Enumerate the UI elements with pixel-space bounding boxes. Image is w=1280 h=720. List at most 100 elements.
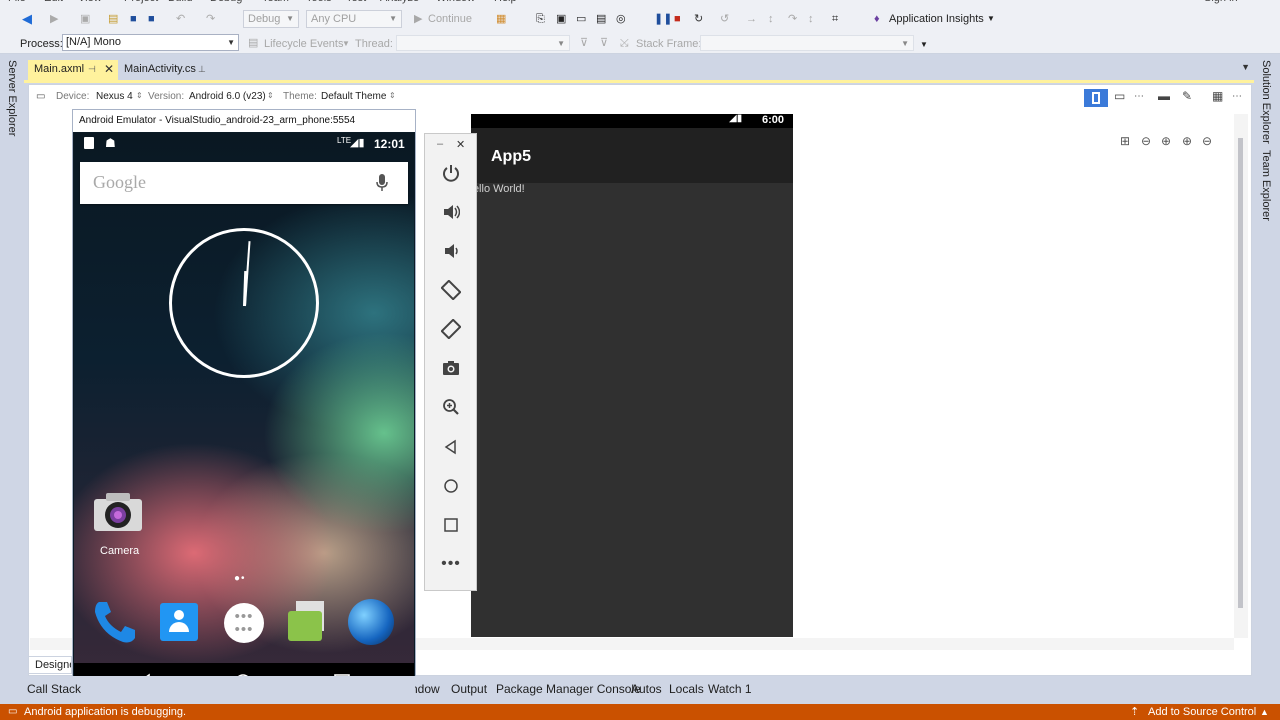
tab-package-manager-console[interactable]: Package Manager Console	[496, 682, 641, 696]
stack-frame-select[interactable]: ▼	[700, 35, 914, 51]
preview-textview[interactable]: Hello World!	[471, 183, 525, 195]
close-icon[interactable]: ✕	[456, 138, 465, 151]
pin-icon[interactable]: ⊣	[88, 60, 96, 79]
step-icon[interactable]: ⎘	[536, 10, 545, 28]
browse-icon[interactable]: ▦	[496, 10, 506, 28]
add-to-source-control-button[interactable]: Add to Source Control	[1148, 704, 1256, 720]
flag-icon[interactable]: ⊽	[600, 34, 608, 52]
recents-icon[interactable]	[439, 513, 463, 537]
zoom-icon[interactable]	[439, 395, 463, 419]
messaging-app-icon[interactable]	[288, 601, 328, 643]
emulator-title[interactable]: Android Emulator - VisualStudio_android-…	[73, 110, 415, 132]
tab-mainactivity-cs[interactable]: MainActivity.cs ⊥	[118, 60, 218, 80]
version-select[interactable]: Android 6.0 (v23)	[189, 91, 266, 102]
chevron-down-icon[interactable]: ▼	[342, 35, 350, 53]
continue-button[interactable]: Continue	[428, 10, 472, 28]
portrait-button[interactable]	[1084, 89, 1108, 107]
more-icon[interactable]: ⋯	[1232, 91, 1242, 102]
minimize-icon[interactable]: –	[437, 138, 443, 150]
zoom-in-icon[interactable]: ⊕	[1178, 134, 1196, 150]
save-icon[interactable]: ■	[130, 10, 137, 28]
sign-in-link[interactable]: Sign in	[1204, 0, 1238, 4]
power-icon[interactable]	[439, 161, 463, 185]
phone-app-icon[interactable]	[91, 598, 139, 646]
close-icon[interactable]: ✕	[104, 60, 114, 79]
tab-output[interactable]: Output	[451, 682, 487, 696]
process-select[interactable]: [N/A] Mono ▼	[62, 34, 239, 51]
open-file-icon[interactable]: ▤	[108, 10, 118, 28]
overflow-icon[interactable]: ▼	[920, 36, 928, 54]
menu-item-help[interactable]: Help	[494, 0, 517, 4]
google-search-bar[interactable]: Google	[80, 162, 408, 204]
menu-item-view[interactable]: View	[78, 0, 102, 4]
back-icon[interactable]	[439, 435, 463, 459]
more-icon[interactable]: •••	[439, 552, 463, 576]
collapse-icon[interactable]: ⤩	[620, 34, 629, 52]
tab-locals[interactable]: Locals	[669, 682, 704, 696]
console-icon[interactable]: ▭	[576, 10, 586, 28]
menu-item-tools[interactable]: Tools	[306, 0, 332, 4]
tab-window[interactable]: Window	[415, 682, 440, 696]
menu-item-team[interactable]: Team	[262, 0, 289, 4]
team-explorer-tab[interactable]: Team Explorer	[1260, 150, 1272, 221]
tab-autos[interactable]: Autos	[631, 682, 662, 696]
zoom-fit-icon[interactable]: ⊕	[1157, 134, 1175, 150]
continue-icon[interactable]: ▶	[414, 10, 422, 28]
camera-icon[interactable]	[439, 356, 463, 380]
thread-select[interactable]: ▼	[396, 35, 570, 51]
chevron-down-icon[interactable]: ▼	[987, 10, 995, 28]
solution-explorer-tab[interactable]: Solution Explorer	[1260, 60, 1272, 144]
tab-main-axml[interactable]: Main.axml ⊣ ✕	[28, 60, 118, 80]
menu-item-analyze[interactable]: Analyze	[380, 0, 419, 4]
hex-icon[interactable]: ⌗	[832, 10, 838, 28]
lifecycle-events-button[interactable]: Lifecycle Events	[264, 35, 343, 53]
updown-icon[interactable]: ⇕	[267, 91, 274, 100]
updown-icon[interactable]: ⇕	[136, 91, 143, 100]
edit-icon[interactable]: ✎	[1182, 89, 1192, 103]
updown-icon[interactable]: ⇕	[389, 91, 396, 100]
menu-item-test[interactable]: Test	[346, 0, 366, 4]
landscape-icon[interactable]: ▭	[1114, 89, 1125, 103]
vertical-scrollbar[interactable]	[1234, 114, 1248, 638]
app-drawer-icon[interactable]: ••• •••	[224, 603, 264, 643]
restart-icon[interactable]: ↻	[694, 10, 703, 28]
layout-icon[interactable]: ▤	[596, 10, 606, 28]
globe-icon[interactable]: ◎	[616, 10, 626, 28]
menu-item-build[interactable]: Build	[168, 0, 192, 4]
pause-icon[interactable]: ❚❚	[654, 10, 672, 28]
filter-icon[interactable]: ⊽	[580, 34, 588, 52]
forward-icon[interactable]: ▶	[50, 10, 58, 28]
microphone-icon[interactable]	[375, 173, 389, 193]
home-icon[interactable]	[439, 474, 463, 498]
menu-item-window[interactable]: Window	[436, 0, 475, 4]
new-project-icon[interactable]: ▣	[80, 10, 90, 28]
grid-icon[interactable]: ▦	[1212, 89, 1223, 103]
action-bar-icon[interactable]: ▬	[1158, 89, 1170, 103]
menu-item-file[interactable]: File	[8, 0, 26, 4]
step-back-icon[interactable]: ↕	[808, 10, 814, 28]
save-all-icon[interactable]: ■	[148, 10, 155, 28]
device-select[interactable]: Nexus 4	[96, 91, 133, 102]
volume-down-icon[interactable]	[439, 239, 463, 263]
platform-select[interactable]: Any CPU ▼	[306, 10, 402, 28]
contacts-app-icon[interactable]	[160, 603, 198, 641]
back-icon[interactable]: ◀	[22, 10, 32, 28]
designer-tab[interactable]: Designer	[28, 656, 72, 674]
rotate-left-icon[interactable]	[439, 278, 463, 302]
emulator-screen[interactable]: ☗ LTE ◢▮ 12:01 Google Camera ●• ••• •••	[74, 133, 414, 701]
menu-item-edit[interactable]: Edit	[44, 0, 63, 4]
redo-icon[interactable]: ↷	[206, 10, 215, 28]
device-log-icon[interactable]: ▣	[556, 10, 566, 28]
zoom-out-icon[interactable]: ⊖	[1198, 134, 1216, 150]
server-explorer-tab[interactable]: Server Explorer	[6, 60, 18, 136]
volume-up-icon[interactable]	[439, 200, 463, 224]
rotate-right-icon[interactable]	[439, 317, 463, 341]
zoom-out-icon[interactable]: ⊖	[1137, 134, 1155, 150]
tab-watch-1[interactable]: Watch 1	[708, 682, 752, 696]
pin-icon[interactable]: ⊥	[198, 60, 206, 79]
fit-icon[interactable]: ⊞	[1116, 134, 1134, 150]
stop-icon[interactable]: ■	[674, 10, 681, 28]
camera-app[interactable]	[92, 489, 144, 539]
step-out-icon[interactable]: ↷	[788, 10, 797, 28]
step-over-icon[interactable]: ↕	[768, 10, 774, 28]
